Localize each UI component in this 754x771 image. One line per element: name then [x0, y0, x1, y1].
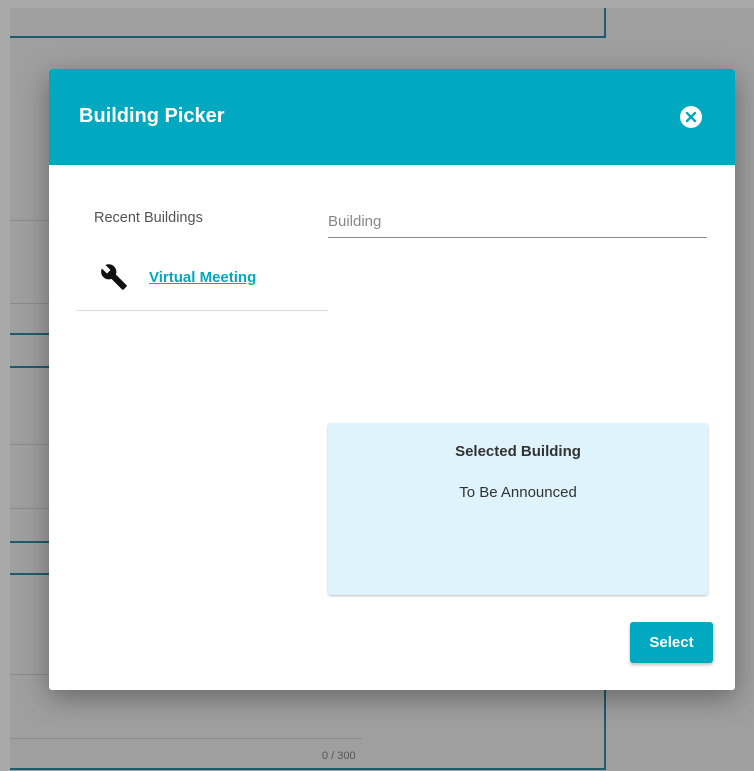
close-icon: [685, 111, 697, 123]
wrench-icon: [101, 264, 127, 290]
recent-buildings-label: Recent Buildings: [94, 210, 203, 226]
recent-building-link[interactable]: Virtual Meeting: [149, 269, 256, 286]
bg-divider: [604, 683, 606, 770]
modal-header: Building Picker: [49, 69, 735, 165]
bg-divider: [10, 768, 606, 770]
bg-divider: [604, 8, 606, 38]
bg-divider: [10, 36, 606, 38]
bg-divider: [10, 573, 50, 575]
selected-building-title: Selected Building: [455, 443, 581, 460]
close-button[interactable]: [680, 106, 702, 128]
bg-divider: [10, 674, 50, 675]
select-button[interactable]: Select: [630, 622, 713, 663]
selected-building-panel: Selected Building To Be Announced: [328, 423, 708, 595]
bg-divider: [10, 303, 50, 304]
bg-textarea-underline: [10, 738, 362, 739]
building-search-input[interactable]: [328, 207, 707, 238]
bg-divider: [10, 333, 50, 335]
bg-divider: [10, 220, 50, 221]
recent-building-item: Virtual Meeting: [76, 253, 328, 311]
character-counter: 0 / 300: [322, 750, 356, 762]
bg-divider: [10, 366, 50, 368]
bg-divider: [10, 541, 50, 543]
bg-divider: [10, 444, 50, 445]
selected-building-value: To Be Announced: [459, 484, 577, 501]
building-picker-modal: Building Picker Recent Buildings Virtual…: [49, 69, 735, 690]
modal-title: Building Picker: [79, 105, 225, 127]
bg-divider: [10, 508, 50, 509]
